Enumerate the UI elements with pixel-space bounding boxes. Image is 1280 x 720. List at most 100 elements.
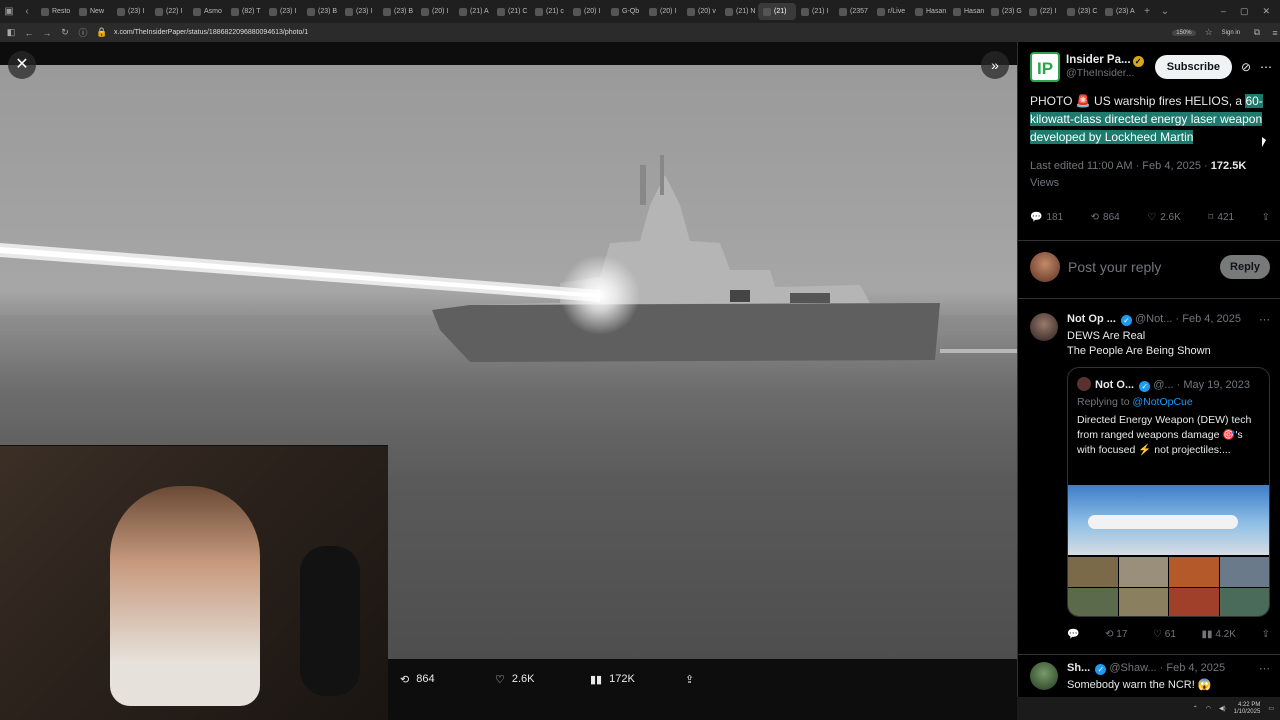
reply-date[interactable]: · Feb 4, 2025 — [1176, 313, 1241, 325]
share-button[interactable]: ⇪ — [685, 669, 705, 689]
browser-tab[interactable]: (23) B — [378, 3, 416, 20]
browser-tab[interactable]: (20) I — [416, 3, 454, 20]
browser-tab[interactable]: G-Qb — [606, 3, 644, 20]
tab-actions-icon[interactable]: ▣ — [0, 6, 18, 17]
star-icon[interactable]: ☆ — [1204, 27, 1214, 38]
wifi-icon[interactable]: ◠ — [1206, 705, 1211, 712]
expand-panel-button[interactable]: » — [981, 51, 1009, 79]
close-photo-button[interactable]: ✕ — [8, 51, 36, 79]
more-options-icon[interactable]: ⋯ — [1259, 662, 1270, 675]
reply-body: DEWS Are Real The People Are Being Shown — [1067, 329, 1270, 359]
chevron-up-icon[interactable]: ⌃ — [1193, 705, 1198, 712]
retweet-button[interactable]: ⟲ 864 — [400, 669, 495, 689]
edited-timestamp[interactable]: Last edited 11:00 AM · Feb 4, 2025 · — [1030, 160, 1211, 172]
replying-to-link[interactable]: @NotOpCue — [1132, 396, 1192, 408]
browser-tab[interactable]: Resto — [36, 3, 74, 20]
browser-tab[interactable]: (23) I — [264, 3, 302, 20]
browser-tab[interactable]: Hasan — [948, 3, 986, 20]
window-controls: – ▢ ✕ — [1221, 6, 1280, 17]
browser-tab[interactable]: (23) G — [986, 3, 1024, 20]
browser-tab[interactable]: (21) — [758, 3, 796, 20]
browser-tab[interactable]: (82) T — [226, 3, 264, 20]
retweet-stat[interactable]: ⟲ 17 — [1105, 629, 1127, 640]
browser-tab[interactable]: (23) I — [112, 3, 150, 20]
minimize-icon[interactable]: – — [1221, 6, 1226, 17]
user-avatar[interactable] — [1030, 252, 1060, 282]
volume-icon[interactable]: ◀) — [1219, 705, 1226, 712]
url-field[interactable]: x.com/TheInsiderPaper/status/18868220968… — [114, 29, 308, 36]
share-icon[interactable]: ⇪ — [1262, 629, 1270, 640]
browser-tab[interactable]: (22) I — [150, 3, 188, 20]
reply-stat[interactable]: 💬 181 — [1030, 212, 1063, 223]
reply-post[interactable]: Not Op ... ✓ @Not... · Feb 4, 2025 ⋯ DEW… — [1030, 313, 1270, 648]
browser-tab[interactable]: (22) I — [1024, 3, 1062, 20]
reload-icon[interactable]: ↻ — [60, 27, 70, 38]
reply-avatar[interactable] — [1030, 662, 1058, 690]
reply-author-name[interactable]: Not Op ... — [1067, 313, 1116, 325]
clock[interactable]: 4:22 PM 1/10/2025 — [1234, 702, 1261, 716]
like-stat[interactable]: ♡ 61 — [1153, 629, 1176, 640]
tab-list-icon[interactable]: ‹ — [18, 6, 36, 17]
reply-author-handle[interactable]: @Shaw... — [1109, 662, 1156, 674]
author-name[interactable]: Insider Pa... ✓ — [1066, 54, 1151, 67]
reply-input[interactable]: Post your reply — [1068, 259, 1220, 275]
notification-icon[interactable]: ▭ — [1268, 705, 1274, 712]
reply-post[interactable]: Sh... ✓ @Shaw... · Feb 4, 2025 ⋯ Somebod… — [1030, 662, 1270, 702]
tab-label: Hasan — [964, 8, 985, 15]
subscribe-button[interactable]: Subscribe — [1154, 55, 1232, 79]
reply-author-handle[interactable]: @Not... — [1135, 313, 1172, 325]
browser-tab[interactable]: New — [74, 3, 112, 20]
reply-icon[interactable]: 💬 — [1067, 629, 1079, 640]
extensions-icon[interactable]: ⧉ — [1252, 27, 1262, 38]
tweet-text-plain: PHOTO 🚨 US warship fires HELIOS, a — [1030, 94, 1246, 108]
browser-tab[interactable]: (23) B — [302, 3, 340, 20]
share-button[interactable]: ⇪ — [1262, 212, 1270, 223]
quote-image-plane[interactable] — [1068, 485, 1269, 555]
forward-icon[interactable]: → — [42, 28, 52, 38]
quote-image-grid[interactable] — [1068, 557, 1269, 616]
grok-icon[interactable]: ⊘ — [1241, 60, 1251, 74]
browser-tab[interactable]: r/Live — [872, 3, 910, 20]
maximize-icon[interactable]: ▢ — [1240, 6, 1249, 17]
browser-tab[interactable]: (23) C — [1062, 3, 1100, 20]
browser-tab[interactable]: (21) N — [720, 3, 758, 20]
browser-tab[interactable]: (21) I — [796, 3, 834, 20]
browser-tab[interactable]: Hasan — [910, 3, 948, 20]
verified-badge-icon: ✓ — [1120, 315, 1132, 326]
more-options-icon[interactable]: ⋯ — [1260, 60, 1272, 74]
reply-author-name[interactable]: Sh... — [1067, 662, 1090, 674]
browser-tab[interactable]: (21) A — [454, 3, 492, 20]
tab-dropdown-icon[interactable]: ⌄ — [1156, 6, 1174, 17]
browser-tab[interactable]: (20) v — [682, 3, 720, 20]
browser-tab[interactable]: (2357 — [834, 3, 872, 20]
quoted-post[interactable]: Not O... ✓ @... · May 19, 2023 Replying … — [1067, 367, 1270, 617]
browser-tab[interactable]: (23) I — [340, 3, 378, 20]
tab-favicon-icon — [383, 7, 391, 16]
browser-tab[interactable]: (21) c — [530, 3, 568, 20]
browser-tab[interactable]: Asmo — [188, 3, 226, 20]
bookmark-stat[interactable]: ⌑ 421 — [1208, 212, 1234, 223]
reply-button[interactable]: Reply — [1220, 255, 1270, 279]
like-stat[interactable]: ♡ 2.6K — [1147, 212, 1181, 223]
more-options-icon[interactable]: ⋯ — [1259, 313, 1270, 326]
retweet-stat[interactable]: ⟲ 864 — [1091, 212, 1120, 223]
browser-tab[interactable]: (23) A — [1100, 3, 1138, 20]
back-icon[interactable]: ← — [24, 28, 34, 38]
browser-tab[interactable]: (20) I — [644, 3, 682, 20]
sidebar-toggle-icon[interactable]: ◧ — [6, 27, 16, 38]
reply-avatar[interactable] — [1030, 313, 1058, 341]
browser-tab[interactable]: (20) I — [568, 3, 606, 20]
author-handle[interactable]: @TheInsider... — [1066, 67, 1151, 80]
menu-icon[interactable]: ≡ — [1270, 28, 1280, 38]
reply-date[interactable]: · Feb 4, 2025 — [1160, 662, 1225, 674]
sign-in-button[interactable]: Sign in — [1222, 30, 1240, 36]
browser-tab[interactable]: (21) C — [492, 3, 530, 20]
views-button[interactable]: ▮▮ 172K — [590, 669, 685, 689]
zoom-indicator[interactable]: 150% — [1172, 29, 1196, 36]
like-button[interactable]: ♡ 2.6K — [495, 669, 590, 689]
author-avatar[interactable]: IP — [1030, 52, 1060, 82]
site-info-icon[interactable]: ⓘ — [78, 26, 88, 39]
close-window-icon[interactable]: ✕ — [1262, 6, 1270, 17]
new-tab-icon[interactable]: + — [1138, 6, 1156, 17]
views-stat[interactable]: ▮▮ 4.2K — [1202, 629, 1236, 640]
